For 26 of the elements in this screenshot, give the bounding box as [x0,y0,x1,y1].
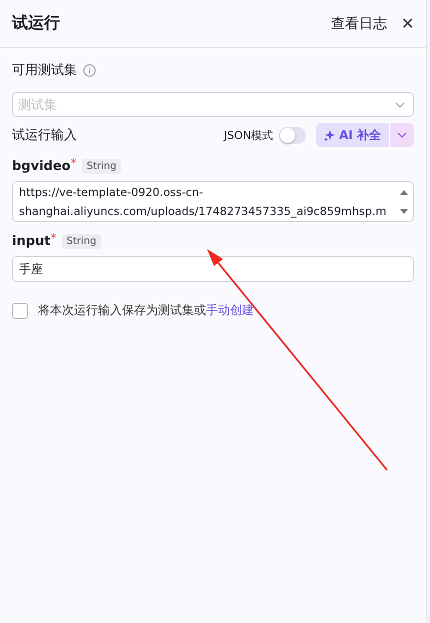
close-button[interactable]: ✕ [401,14,414,34]
manual-create-link[interactable]: 手动创建 [206,303,254,317]
text-area[interactable]: https://ve-template-0920.oss-cn-shanghai.aliyuncs.com/uploads/1748273457335_ai9c859mhsp.m [12,181,414,222]
input-field[interactable]: 手座 [12,256,414,282]
required-mark: * [70,156,77,170]
scroll-down-icon[interactable] [399,208,409,215]
view-log-link[interactable]: 查看日志 [331,14,387,32]
ai-dropdown-button[interactable] [390,123,414,147]
field-label: bgvideo [12,158,71,174]
save-option-text: 将本次运行输入保存为测试集或手动创建 [38,302,254,319]
chevron-down-icon [395,102,405,108]
test-set-label: 可用测试集 [12,62,77,79]
run-input-label: 试运行输入 [12,127,77,144]
type-tag: String [82,158,122,174]
info-icon[interactable] [83,64,96,76]
sparkle-icon [324,130,336,140]
panel-title: 试运行 [12,13,61,34]
field-label: input [12,234,50,248]
json-mode-toggle[interactable] [279,126,306,144]
required-mark: * [50,231,56,245]
save-checkbox[interactable] [12,302,28,318]
type-tag: String [62,234,102,248]
json-mode-label: JSON模式 [224,128,274,142]
ai-complete-button[interactable]: AI 补全 [316,123,389,147]
scroll-up-icon[interactable] [399,189,409,196]
chevron-down-icon [397,132,407,138]
